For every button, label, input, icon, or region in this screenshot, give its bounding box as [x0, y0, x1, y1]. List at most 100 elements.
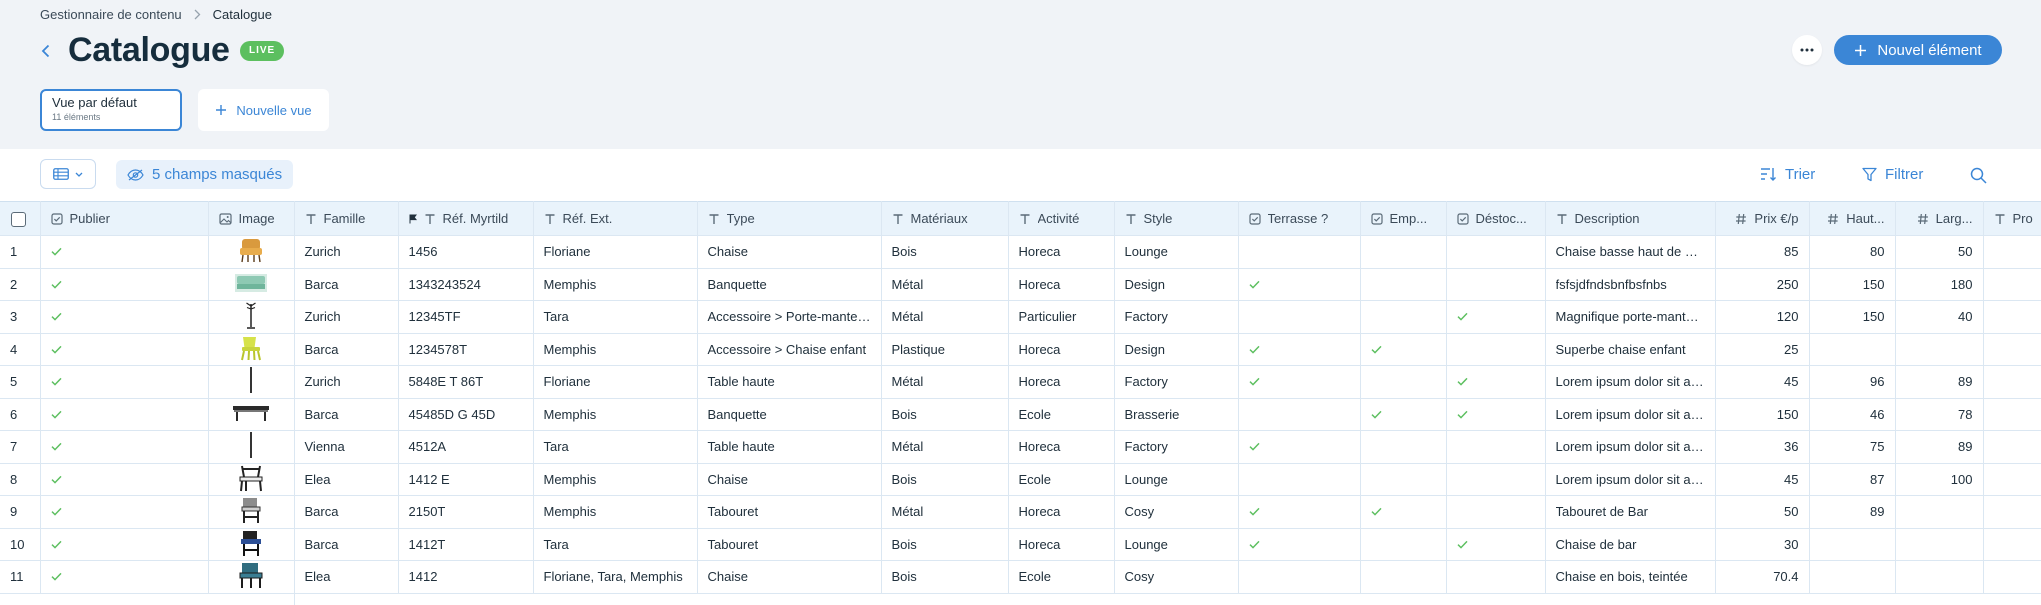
cell-destoc[interactable] — [1446, 528, 1546, 561]
cell-haut[interactable]: 150 — [1809, 300, 1896, 334]
cell-type[interactable]: Table haute — [697, 365, 882, 399]
table-row[interactable]: 2 Barca 1343243524 Memphis Banquette Métal Hor… — [0, 268, 2041, 301]
cell-pro[interactable] — [1983, 235, 2041, 269]
cell-destoc[interactable] — [1446, 560, 1546, 594]
cell-type[interactable]: Table haute — [697, 430, 882, 464]
publish-cell[interactable] — [40, 333, 209, 366]
view-tab-default[interactable]: Vue par défaut 11 éléments — [40, 89, 182, 131]
publish-cell[interactable] — [40, 398, 209, 431]
cell-emp[interactable] — [1360, 235, 1447, 269]
cell-haut[interactable] — [1809, 528, 1896, 561]
cell-ref[interactable]: 1412 — [398, 560, 534, 594]
cell-famille[interactable]: Zurich — [294, 365, 399, 399]
new-view-button[interactable]: Nouvelle vue — [198, 89, 329, 131]
cell-type[interactable]: Banquette — [697, 268, 882, 301]
cell-ref[interactable]: 4512A — [398, 430, 534, 464]
cell-activite[interactable]: Horeca — [1008, 235, 1115, 269]
cell-pro[interactable] — [1983, 300, 2041, 334]
cell-materiaux[interactable]: Bois — [881, 398, 1009, 431]
column-header[interactable]: Emp... — [1360, 201, 1447, 236]
cell-activite[interactable]: Horeca — [1008, 365, 1115, 399]
breadcrumb-parent[interactable]: Gestionnaire de contenu — [40, 7, 182, 22]
publish-cell[interactable] — [40, 430, 209, 464]
image-cell[interactable] — [208, 333, 295, 366]
cell-haut[interactable] — [1809, 333, 1896, 366]
cell-larg[interactable]: 50 — [1895, 235, 1984, 269]
column-header[interactable]: Publier — [40, 201, 209, 236]
cell-larg[interactable]: 40 — [1895, 300, 1984, 334]
image-cell[interactable] — [208, 268, 295, 301]
cell-activite[interactable]: Horeca — [1008, 268, 1115, 301]
cell-destoc[interactable] — [1446, 495, 1546, 529]
cell-ref_ext[interactable]: Floriane — [533, 365, 698, 399]
cell-emp[interactable] — [1360, 560, 1447, 594]
cell-materiaux[interactable]: Bois — [881, 560, 1009, 594]
cell-description[interactable]: Chaise de bar — [1545, 528, 1716, 561]
cell-description[interactable]: Tabouret de Bar — [1545, 495, 1716, 529]
table-row[interactable]: 8 Elea 1412 E Memphis Chaise Bois Ecole Lounge L… — [0, 463, 2041, 496]
cell-larg[interactable] — [1895, 560, 1984, 594]
table-row[interactable]: 5 Zurich 5848E T 86T Floriane Table haute Mét… — [0, 365, 2041, 399]
cell-materiaux[interactable]: Métal — [881, 495, 1009, 529]
cell-materiaux[interactable]: Plastique — [881, 333, 1009, 366]
cell-style[interactable]: Cosy — [1114, 495, 1239, 529]
cell-pro[interactable] — [1983, 495, 2041, 529]
cell-type[interactable]: Chaise — [697, 235, 882, 269]
table-row[interactable]: 11 Elea 1412 Floriane, Tara, Memphis Chaise B… — [0, 560, 2041, 594]
image-cell[interactable] — [208, 528, 295, 561]
cell-materiaux[interactable]: Bois — [881, 528, 1009, 561]
back-button[interactable] — [34, 38, 56, 64]
cell-pro[interactable] — [1983, 528, 2041, 561]
cell-prix[interactable]: 150 — [1715, 398, 1810, 431]
image-cell[interactable] — [208, 430, 295, 464]
cell-prix[interactable]: 45 — [1715, 365, 1810, 399]
cell-terrasse[interactable] — [1238, 430, 1361, 464]
cell-type[interactable]: Tabouret — [697, 528, 882, 561]
cell-description[interactable]: Chaise en bois, teintée — [1545, 560, 1716, 594]
more-actions-button[interactable] — [1792, 35, 1822, 65]
cell-ref_ext[interactable]: Floriane, Tara, Memphis — [533, 560, 698, 594]
cell-type[interactable]: Banquette — [697, 398, 882, 431]
cell-terrasse[interactable] — [1238, 300, 1361, 334]
table-row[interactable]: 6 Barca 45485D G 45D Memphis Banquette Bois Ec… — [0, 398, 2041, 431]
cell-style[interactable]: Factory — [1114, 430, 1239, 464]
cell-larg[interactable]: 100 — [1895, 463, 1984, 496]
cell-description[interactable]: fsfsjdfndsbnfbsfnbs — [1545, 268, 1716, 301]
cell-prix[interactable]: 85 — [1715, 235, 1810, 269]
cell-famille[interactable]: Barca — [294, 528, 399, 561]
cell-haut[interactable]: 96 — [1809, 365, 1896, 399]
cell-larg[interactable]: 78 — [1895, 398, 1984, 431]
table-row[interactable]: 1 Zurich 1456 Floriane Chaise Bois Horeca Loung… — [0, 235, 2041, 269]
image-cell[interactable] — [208, 300, 295, 334]
cell-materiaux[interactable]: Métal — [881, 365, 1009, 399]
cell-destoc[interactable] — [1446, 430, 1546, 464]
cell-pro[interactable] — [1983, 430, 2041, 464]
publish-cell[interactable] — [40, 528, 209, 561]
cell-prix[interactable]: 25 — [1715, 333, 1810, 366]
cell-ref[interactable]: 1412T — [398, 528, 534, 561]
cell-emp[interactable] — [1360, 365, 1447, 399]
cell-ref_ext[interactable]: Floriane — [533, 235, 698, 269]
cell-ref_ext[interactable]: Memphis — [533, 268, 698, 301]
column-header[interactable]: Type — [697, 201, 882, 236]
publish-cell[interactable] — [40, 300, 209, 334]
cell-description[interactable]: Superbe chaise enfant — [1545, 333, 1716, 366]
publish-cell[interactable] — [40, 268, 209, 301]
cell-emp[interactable] — [1360, 495, 1447, 529]
cell-famille[interactable]: Barca — [294, 333, 399, 366]
column-header[interactable]: Haut... — [1809, 201, 1896, 236]
cell-larg[interactable] — [1895, 528, 1984, 561]
cell-type[interactable]: Accessoire > Chaise enfant — [697, 333, 882, 366]
cell-ref[interactable]: 5848E T 86T — [398, 365, 534, 399]
cell-haut[interactable]: 87 — [1809, 463, 1896, 496]
column-header[interactable]: Terrasse ? — [1238, 201, 1361, 236]
cell-destoc[interactable] — [1446, 300, 1546, 334]
select-all-checkbox[interactable] — [11, 211, 26, 227]
cell-ref_ext[interactable]: Memphis — [533, 463, 698, 496]
cell-activite[interactable]: Horeca — [1008, 495, 1115, 529]
cell-style[interactable]: Factory — [1114, 300, 1239, 334]
cell-type[interactable]: Accessoire > Porte-manteau — [697, 300, 882, 334]
image-cell[interactable] — [208, 398, 295, 431]
cell-materiaux[interactable]: Bois — [881, 463, 1009, 496]
column-header[interactable]: Déstoc... — [1446, 201, 1546, 236]
